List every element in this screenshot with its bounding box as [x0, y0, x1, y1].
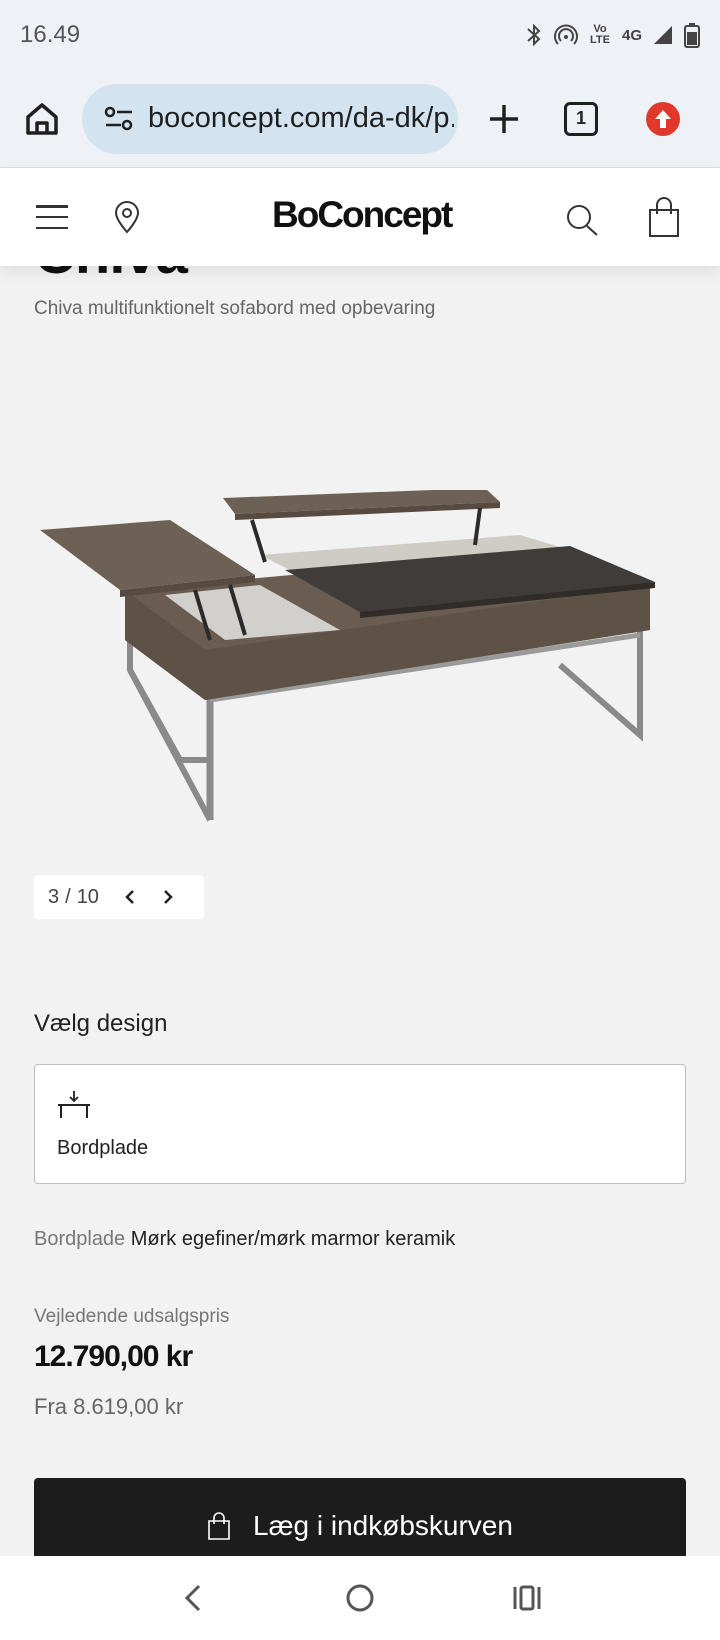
search-button[interactable]	[564, 202, 600, 238]
price: 12.790,00 kr	[34, 1340, 193, 1373]
price-from: Fra 8.619,00 kr	[34, 1394, 184, 1419]
menu-line	[36, 205, 68, 208]
new-tab-button[interactable]	[484, 99, 524, 139]
pager-total: 10	[76, 885, 99, 908]
arrow-up-icon	[655, 109, 671, 128]
pager-current: 3	[48, 885, 60, 908]
system-nav-bar	[0, 1556, 720, 1640]
design-option-tabletop[interactable]: Bordplade	[34, 1064, 686, 1184]
signal-icon	[652, 24, 674, 46]
home-nav-button[interactable]	[340, 1578, 380, 1618]
brand-logo[interactable]: BoConcept	[272, 194, 453, 236]
site-header: BoConcept	[0, 168, 720, 266]
spec-key: Bordplade	[34, 1228, 126, 1250]
status-icons: Vo LTE 4G	[524, 22, 700, 48]
site-settings-icon[interactable]	[104, 105, 134, 133]
home-button[interactable]	[22, 99, 62, 139]
product-image[interactable]	[30, 488, 690, 830]
menu-button[interactable]	[36, 205, 68, 229]
4g-icon: 4G	[621, 26, 642, 44]
battery-icon	[684, 22, 700, 48]
chevron-left-icon	[125, 890, 134, 904]
add-to-cart-label: Læg i indkøbskurven	[253, 1510, 513, 1541]
volte-icon: Vo LTE	[590, 23, 610, 46]
price-label: Vejledende udsalgspris	[34, 1306, 230, 1327]
menu-line	[36, 215, 68, 219]
url-text[interactable]: boconcept.com/da-dk/p...	[148, 102, 454, 135]
coffee-table-illustration	[40, 488, 655, 822]
update-button[interactable]	[646, 101, 680, 136]
back-icon	[185, 1584, 201, 1612]
address-bar[interactable]: boconcept.com/da-dk/p...	[82, 83, 458, 154]
spec-line: Bordplade Mørk egefiner/mørk marmor kera…	[34, 1228, 455, 1251]
hotspot-icon	[553, 23, 578, 47]
bluetooth-icon	[524, 23, 544, 47]
next-image-button[interactable]	[157, 886, 179, 908]
design-option-label: Bordplade	[57, 1137, 149, 1159]
chevron-right-icon	[164, 890, 173, 904]
product-subtitle: Chiva multifunktionelt sofabord med opbe…	[34, 298, 436, 319]
image-pager: 3 / 10	[34, 875, 204, 919]
recents-icon	[513, 1585, 541, 1611]
previous-image-button[interactable]	[119, 886, 141, 908]
spec-value: Mørk egefiner/mørk marmor keramik	[130, 1228, 456, 1250]
status-bar: 16.49 Vo LTE 4G	[0, 0, 720, 70]
back-button[interactable]	[173, 1578, 213, 1618]
search-icon	[567, 205, 598, 236]
cart-button[interactable]	[646, 196, 682, 238]
shopping-bag-icon	[649, 197, 679, 237]
design-heading: Vælg design	[34, 1010, 168, 1037]
browser-toolbar: boconcept.com/da-dk/p... 1	[0, 70, 720, 168]
menu-line	[36, 226, 68, 229]
tab-switcher-button[interactable]: 1	[564, 101, 598, 136]
home-icon	[26, 102, 58, 135]
location-pin-icon	[114, 201, 140, 234]
home-circle-icon	[346, 1584, 374, 1612]
store-locator-button[interactable]	[112, 200, 142, 234]
recents-button[interactable]	[507, 1578, 547, 1618]
pager-separator: /	[65, 885, 71, 908]
tabletop-icon	[58, 1091, 90, 1118]
plus-icon	[490, 104, 518, 133]
shopping-bag-icon	[208, 1512, 230, 1540]
status-time: 16.49	[20, 21, 81, 48]
